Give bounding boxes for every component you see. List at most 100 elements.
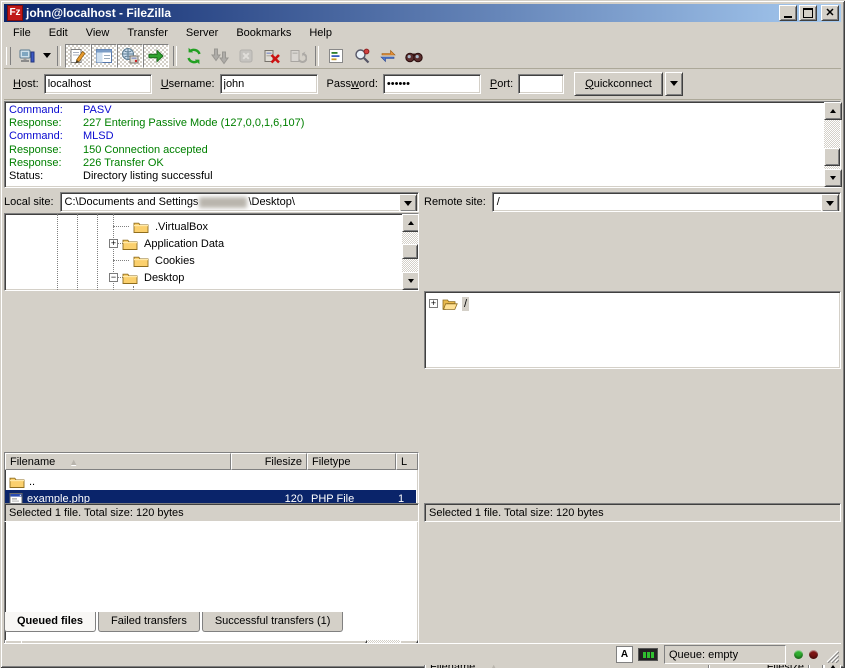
host-input[interactable] — [44, 74, 152, 94]
remote-site-path: / — [497, 196, 500, 208]
directory-comparison-button[interactable] — [349, 44, 375, 68]
scroll-down-button[interactable] — [824, 169, 842, 187]
maximize-button[interactable] — [799, 5, 817, 21]
menu-bookmarks[interactable]: Bookmarks — [227, 24, 300, 42]
filter-icon — [327, 47, 345, 65]
refresh-button[interactable] — [181, 44, 207, 68]
toggle-transfer-queue-button[interactable] — [143, 44, 169, 68]
log-line: Response:226 Transfer OK — [5, 157, 840, 170]
local-site-dropdown-button[interactable] — [399, 194, 417, 212]
reconnect-button[interactable] — [285, 44, 311, 68]
title-bar[interactable]: Fz john@localhost - FileZilla ✕ — [4, 4, 841, 22]
remote-treeview-icon — [121, 47, 139, 65]
collapse-icon[interactable]: − — [109, 273, 118, 282]
remote-site-dropdown-button[interactable] — [821, 194, 839, 212]
log-line: Response:150 Connection accepted — [5, 144, 840, 157]
remote-site-combobox[interactable]: / — [492, 192, 841, 212]
scroll-thumb[interactable] — [402, 244, 418, 259]
site-manager-icon — [18, 47, 36, 65]
send-activity-led — [809, 650, 818, 659]
toggle-local-treeview-button[interactable] — [91, 44, 117, 68]
tree-connector — [113, 226, 129, 227]
scroll-up-button[interactable] — [402, 214, 419, 232]
window-title: john@localhost - FileZilla — [26, 6, 777, 20]
menu-help[interactable]: Help — [300, 24, 341, 42]
toolbar-separator — [57, 46, 61, 66]
tree-item-application-data[interactable]: + Application Data — [109, 235, 226, 252]
local-tree-vertical-scrollbar[interactable] — [402, 214, 418, 290]
column-header-lastmodified[interactable]: L — [396, 453, 418, 470]
expand-icon[interactable]: + — [109, 239, 118, 248]
dropdown-arrow-icon — [670, 81, 678, 90]
redacted-username — [199, 197, 247, 208]
tree-connector — [113, 260, 129, 261]
menu-edit[interactable]: Edit — [40, 24, 77, 42]
toolbar-separator — [173, 46, 177, 66]
file-row-parent-dir[interactable]: .. — [5, 473, 416, 490]
resize-grip[interactable] — [826, 650, 839, 663]
reconnect-icon — [289, 47, 307, 65]
process-queue-button[interactable] — [207, 44, 233, 68]
menu-server[interactable]: Server — [177, 24, 227, 42]
log-vertical-scrollbar[interactable] — [824, 102, 840, 187]
local-site-combobox[interactable]: C:\Documents and Settings\Desktop\ — [60, 192, 419, 212]
tab-failed-transfers[interactable]: Failed transfers — [98, 612, 200, 632]
find-files-button[interactable] — [401, 44, 427, 68]
local-site-bar: Local site: C:\Documents and Settings\De… — [4, 192, 419, 212]
expand-icon[interactable]: + — [429, 299, 438, 308]
maximize-icon — [803, 8, 813, 18]
local-selection-status: Selected 1 file. Total size: 120 bytes — [4, 503, 419, 522]
column-header-filename[interactable]: Filename▲ — [5, 453, 231, 470]
cancel-operation-button[interactable] — [233, 44, 259, 68]
tree-item-virtualbox[interactable]: .VirtualBox — [129, 218, 210, 235]
menu-view[interactable]: View — [77, 24, 119, 42]
tree-guide — [97, 214, 98, 290]
dropdown-arrow-icon — [826, 201, 834, 210]
transfer-queue-icon — [147, 47, 165, 65]
message-log: Command:PASV Response:227 Entering Passi… — [4, 101, 841, 188]
minimize-button[interactable] — [779, 5, 797, 21]
filezilla-window: Fz john@localhost - FileZilla ✕ File Edi… — [0, 0, 845, 668]
site-manager-button[interactable] — [14, 44, 40, 68]
close-button[interactable]: ✕ — [821, 5, 839, 21]
synchronized-browsing-button[interactable] — [375, 44, 401, 68]
tree-item-desktop[interactable]: − Desktop — [109, 269, 186, 286]
directory-listing-filters-button[interactable] — [323, 44, 349, 68]
tree-item-root[interactable]: + / — [429, 295, 469, 312]
arrow-up-icon — [408, 218, 414, 225]
column-header-filetype[interactable]: Filetype — [307, 453, 396, 470]
port-input[interactable] — [518, 74, 564, 94]
username-input[interactable] — [220, 74, 318, 94]
local-site-path-before: C:\Documents and Settings — [65, 196, 199, 208]
toggle-message-log-button[interactable] — [65, 44, 91, 68]
scroll-thumb[interactable] — [824, 148, 840, 166]
tab-successful-transfers[interactable]: Successful transfers (1) — [202, 612, 344, 632]
menu-transfer[interactable]: Transfer — [118, 24, 177, 42]
find-files-icon — [405, 47, 423, 65]
port-label: Port: — [490, 78, 513, 90]
minimize-icon — [784, 16, 792, 18]
scroll-down-button[interactable] — [402, 272, 419, 290]
menu-file[interactable]: File — [4, 24, 40, 42]
password-input[interactable] — [383, 74, 481, 94]
tree-item-cookies[interactable]: Cookies — [129, 252, 197, 269]
remote-directory-tree: + / — [424, 291, 841, 369]
speed-limit-icon[interactable] — [638, 648, 658, 661]
disconnect-button[interactable] — [259, 44, 285, 68]
quickconnect-button[interactable]: Quickconnect — [574, 72, 663, 96]
toolbar — [4, 43, 841, 69]
folder-icon — [133, 254, 149, 268]
site-manager-dropdown-button[interactable] — [40, 45, 53, 67]
local-directory-tree: .VirtualBox + Application Data Cookies −… — [4, 213, 419, 291]
toggle-remote-treeview-button[interactable] — [117, 44, 143, 68]
tab-queued-files[interactable]: Queued files — [4, 612, 96, 632]
scroll-up-button[interactable] — [824, 102, 842, 120]
message-log-icon — [69, 47, 87, 65]
disconnect-icon — [263, 47, 281, 65]
transfer-type-indicator-icon[interactable]: A — [616, 646, 633, 663]
queue-size-pane: Queue: empty — [664, 645, 786, 664]
folder-icon — [122, 237, 138, 251]
quickconnect-dropdown-button[interactable] — [665, 72, 683, 96]
column-header-filesize[interactable]: Filesize — [231, 453, 307, 470]
cancel-icon — [237, 47, 255, 65]
